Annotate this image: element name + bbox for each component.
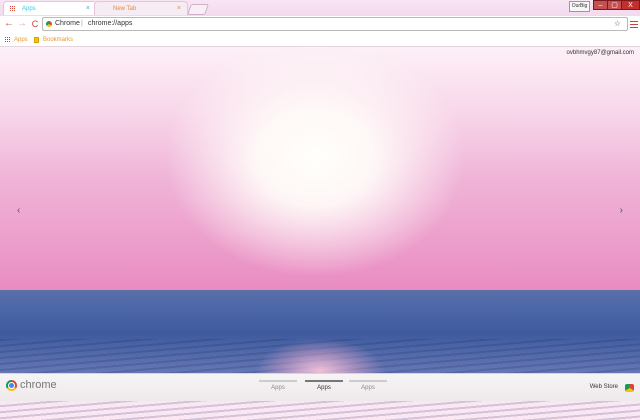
page-label: Apps xyxy=(271,385,285,391)
apps-grid-icon xyxy=(10,6,16,12)
page-label: Apps xyxy=(361,385,375,391)
minimize-button[interactable]: – xyxy=(593,0,608,10)
profile-button[interactable]: OurBig xyxy=(569,1,590,12)
tab-apps[interactable]: Apps × xyxy=(3,1,97,15)
page-indicator xyxy=(349,380,387,382)
bookmark-label: Bookmarks xyxy=(43,37,74,43)
chrome-wordmark: chrome xyxy=(20,379,57,391)
reload-button[interactable]: C xyxy=(29,18,41,30)
tab-new-tab[interactable]: New Tab × xyxy=(94,1,188,15)
apps-grid-icon xyxy=(5,37,11,43)
page-indicator-active xyxy=(305,380,343,382)
close-icon[interactable]: × xyxy=(177,2,181,16)
user-email[interactable]: ovbhmvgy87@gmail.com xyxy=(567,50,634,56)
chevron-right-icon[interactable]: › xyxy=(620,205,623,216)
web-store-link[interactable]: Web Store xyxy=(590,384,618,390)
maximize-button[interactable]: ▢ xyxy=(607,0,622,10)
bookmark-bookmarks[interactable]: Bookmarks xyxy=(34,34,73,46)
web-store-icon[interactable] xyxy=(625,384,634,392)
chevron-left-icon[interactable]: ‹ xyxy=(17,205,20,216)
back-button[interactable]: ← xyxy=(3,18,15,30)
omnibox-separator: | xyxy=(81,20,83,27)
omnibox[interactable]: Chrome | chrome://apps ☆ xyxy=(42,17,628,31)
window-close-button[interactable]: X xyxy=(621,0,640,10)
page-indicator xyxy=(259,380,297,382)
omnibox-chip: Chrome xyxy=(55,20,80,27)
title-bar: Apps × New Tab × OurBig – ▢ X xyxy=(0,0,640,16)
chrome-icon xyxy=(46,21,52,27)
star-icon[interactable]: ☆ xyxy=(614,18,621,30)
bookmark-icon xyxy=(34,37,39,43)
page-label: Apps xyxy=(317,385,331,391)
bookmark-label: Apps xyxy=(14,37,28,43)
sunset-background xyxy=(0,47,640,420)
close-icon[interactable]: × xyxy=(86,2,90,16)
new-tab-button[interactable] xyxy=(186,4,210,15)
bookmarks-bar: Apps Bookmarks xyxy=(0,34,640,47)
chrome-logo-icon xyxy=(6,380,17,391)
toolbar: ← → C Chrome | chrome://apps ☆ xyxy=(0,16,640,34)
tab-title: New Tab xyxy=(113,6,137,12)
forward-button[interactable]: → xyxy=(16,18,28,30)
tab-title: Apps xyxy=(22,6,36,12)
omnibox-url[interactable]: chrome://apps xyxy=(88,18,132,30)
menu-icon[interactable] xyxy=(630,19,638,29)
bottom-bar: chrome Apps Apps Apps Web Store xyxy=(0,373,640,401)
bookmark-apps[interactable]: Apps xyxy=(5,34,28,46)
